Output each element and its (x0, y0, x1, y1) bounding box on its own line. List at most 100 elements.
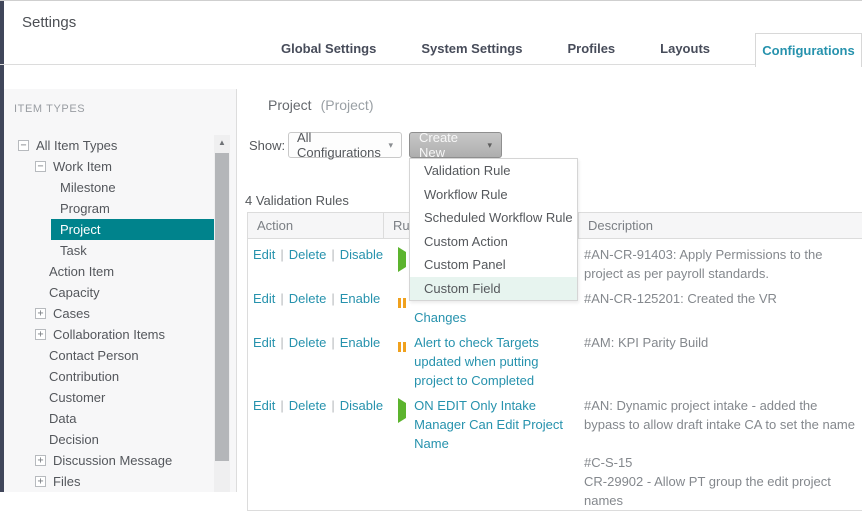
sidebar-item-milestone[interactable]: Milestone (4, 177, 237, 198)
menu-item-workflow-rule[interactable]: Workflow Rule (410, 183, 577, 207)
rule-description-extra: #C-S-15 CR-29902 - Allow PT group the ed… (584, 453, 862, 510)
sidebar-item-contribution[interactable]: Contribution (4, 366, 237, 387)
create-new-button[interactable]: Create New ▾ (409, 132, 502, 158)
link-separator: | (280, 247, 283, 262)
tree-label: Milestone (60, 177, 116, 198)
delete-link[interactable]: Delete (289, 247, 327, 262)
item-type-base: (Project) (321, 97, 374, 113)
enable-link[interactable]: Enable (340, 335, 380, 350)
tree-label: Capacity (49, 282, 100, 303)
tree-label: Files (53, 471, 80, 492)
menu-item-scheduled-workflow-rule[interactable]: Scheduled Workflow Rule (410, 206, 577, 230)
tree-label: Task (60, 240, 87, 261)
link-separator: | (280, 335, 283, 350)
menu-item-custom-action[interactable]: Custom Action (410, 230, 577, 254)
edit-link[interactable]: Edit (253, 247, 275, 262)
sidebar-item-program[interactable]: Program (4, 198, 237, 219)
expand-icon[interactable]: + (35, 329, 46, 340)
sidebar-item-files[interactable]: + Files (4, 471, 237, 492)
tree-label: Data (49, 408, 76, 429)
show-label: Show: (249, 138, 285, 153)
sidebar-item-action-item[interactable]: Action Item (4, 261, 237, 282)
caret-down-icon: ▾ (487, 140, 492, 151)
link-separator: | (280, 398, 283, 413)
sidebar-item-discussion-message[interactable]: + Discussion Message (4, 450, 237, 471)
sidebar-item-contact-person[interactable]: Contact Person (4, 345, 237, 366)
edit-link[interactable]: Edit (253, 291, 275, 306)
rule-name-link[interactable]: ON EDIT Only Intake Manager Can Edit Pro… (414, 396, 572, 510)
collapse-icon[interactable]: − (18, 140, 29, 151)
scrollbar-thumb[interactable] (215, 153, 229, 461)
item-types-panel: ITEM TYPES − All Item Types − Work Item … (4, 89, 237, 492)
menu-item-custom-field[interactable]: Custom Field (410, 277, 577, 301)
link-separator: | (331, 398, 334, 413)
edit-link[interactable]: Edit (253, 335, 275, 350)
disable-link[interactable]: Disable (340, 247, 383, 262)
item-types-tree: − All Item Types − Work Item Milestone P… (4, 135, 237, 492)
link-separator: | (331, 291, 334, 306)
table-row: Edit | Delete | Disable ON EDIT Only Intake … (248, 390, 862, 510)
selected-filter-value: All Configurations (297, 130, 388, 160)
tree-label: Contribution (49, 366, 119, 387)
rule-description: #AN-CR-91403: Apply Permissions to the p… (584, 245, 862, 283)
link-separator: | (331, 247, 334, 262)
tab-global-settings[interactable]: Global Settings (281, 41, 376, 56)
content-title: Project (Project) (268, 97, 373, 113)
menu-item-custom-panel[interactable]: Custom Panel (410, 253, 577, 277)
tab-profiles[interactable]: Profiles (567, 41, 615, 56)
tree-label: Cases (53, 303, 90, 324)
sidebar-item-all-item-types[interactable]: − All Item Types (4, 135, 237, 156)
tree-label: Action Item (49, 261, 114, 282)
sidebar-scrollbar[interactable]: ▲ (214, 135, 230, 492)
tab-configurations-label: Configurations (762, 43, 854, 58)
enable-link[interactable]: Enable (340, 291, 380, 306)
tree-label: Contact Person (49, 345, 139, 366)
collapse-icon[interactable]: − (35, 161, 46, 172)
sidebar-item-task[interactable]: Task (4, 240, 237, 261)
page-title: Settings (22, 14, 76, 31)
caret-down-icon: ▾ (388, 140, 393, 151)
tree-label: Program (60, 198, 110, 219)
enabled-play-icon (398, 401, 407, 510)
rule-name-link[interactable]: Alert to check Targets updated when putt… (414, 333, 572, 390)
link-separator: | (280, 291, 283, 306)
tree-label: Customer (49, 387, 105, 408)
sidebar-item-project[interactable]: Project (51, 219, 218, 240)
tree-label: Decision (49, 429, 99, 450)
paused-pause-icon (398, 338, 407, 390)
delete-link[interactable]: Delete (289, 335, 327, 350)
table-row: Edit | Delete | Enable Alert to check Target… (248, 327, 862, 390)
tab-system-settings[interactable]: System Settings (421, 41, 522, 56)
edit-link[interactable]: Edit (253, 398, 275, 413)
sidebar-item-work-item[interactable]: − Work Item (4, 156, 237, 177)
scroll-up-icon[interactable]: ▲ (214, 137, 230, 149)
validation-rules-count: 4 Validation Rules (245, 193, 349, 208)
rule-description: #AN-CR-125201: Created the VR (584, 289, 862, 308)
item-type-name: Project (268, 97, 312, 113)
sidebar-item-cases[interactable]: + Cases (4, 303, 237, 324)
create-new-dropdown-menu: Validation Rule Workflow Rule Scheduled … (409, 158, 578, 301)
tab-layouts[interactable]: Layouts (660, 41, 710, 56)
tab-configurations[interactable]: Configurations (755, 33, 862, 67)
delete-link[interactable]: Delete (289, 291, 327, 306)
paused-pause-icon (398, 294, 407, 327)
panel-title: ITEM TYPES (14, 103, 85, 115)
tree-label: All Item Types (36, 135, 117, 156)
expand-icon[interactable]: + (35, 476, 46, 487)
sidebar-item-collaboration-items[interactable]: + Collaboration Items (4, 324, 237, 345)
rule-description: #AM: KPI Parity Build (584, 333, 862, 352)
expand-icon[interactable]: + (35, 455, 46, 466)
delete-link[interactable]: Delete (289, 398, 327, 413)
disable-link[interactable]: Disable (340, 398, 383, 413)
tree-label: Discussion Message (53, 450, 172, 471)
configurations-filter-select[interactable]: All Configurations ▾ (288, 132, 402, 158)
expand-icon[interactable]: + (35, 308, 46, 319)
link-separator: | (331, 335, 334, 350)
sidebar-item-decision[interactable]: Decision (4, 429, 237, 450)
menu-item-validation-rule[interactable]: Validation Rule (410, 159, 577, 183)
sidebar-item-capacity[interactable]: Capacity (4, 282, 237, 303)
sidebar-item-customer[interactable]: Customer (4, 387, 237, 408)
sidebar-item-data[interactable]: Data (4, 408, 237, 429)
enabled-play-icon (398, 250, 407, 283)
create-new-label: Create New (419, 130, 487, 160)
